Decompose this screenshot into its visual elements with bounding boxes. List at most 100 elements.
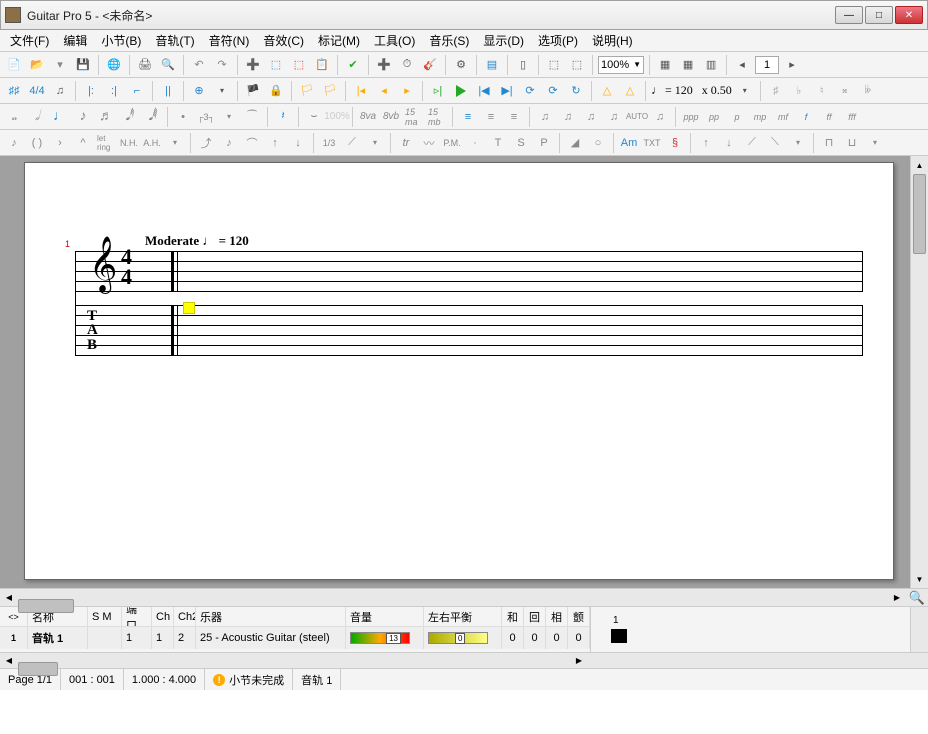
play-button[interactable] (451, 81, 471, 101)
voice-5-icon[interactable]: ♫ (650, 107, 670, 127)
minimize-button[interactable]: — (835, 6, 863, 24)
sixteenth-note-icon[interactable]: ♬ (96, 107, 116, 127)
track-tre[interactable]: 0 (568, 627, 590, 649)
track-props-icon[interactable]: ⬚ (266, 55, 286, 75)
next-page-icon[interactable]: ▸ (782, 55, 802, 75)
fade-in-icon[interactable]: ◢ (565, 133, 585, 153)
sharp-icon[interactable]: ♯ (766, 81, 786, 101)
sixtyfourth-note-icon[interactable]: 𝅘𝅥𝅱 (142, 107, 162, 127)
check-icon[interactable]: ✔ (343, 55, 363, 75)
eighth-note-icon[interactable]: ♪ (73, 107, 93, 127)
wah-icon[interactable]: ○ (588, 133, 608, 153)
dyn-ff[interactable]: ff (819, 107, 839, 127)
maximize-button[interactable]: □ (865, 6, 893, 24)
save-icon[interactable]: 💾 (73, 55, 93, 75)
dead-note-icon[interactable]: ( ) (27, 133, 47, 153)
tie-icon[interactable]: ⁀ (242, 107, 262, 127)
horizontal-scrollbar[interactable]: ◀ ▶ 🔍 (0, 588, 928, 606)
dropdown-icon[interactable]: ▾ (50, 55, 70, 75)
dyn-mf[interactable]: mf (773, 107, 793, 127)
whole-note-icon[interactable]: 𝅝 (4, 107, 24, 127)
view-mode-4-icon[interactable]: ⬚ (567, 55, 587, 75)
pickstroke-down-icon[interactable]: ⊔ (842, 133, 862, 153)
palm-mute[interactable]: P.M. (442, 133, 462, 153)
menu-tools[interactable]: 工具(O) (368, 30, 421, 51)
popping[interactable]: P (534, 133, 554, 153)
voice-2-icon[interactable]: ♫ (558, 107, 578, 127)
last-bar-icon[interactable]: ▶| (497, 81, 517, 101)
lock-icon[interactable]: 🔒 (266, 81, 286, 101)
menu-effects[interactable]: 音效(C) (257, 30, 310, 51)
marker-list-icon[interactable]: 🏳 (320, 81, 340, 101)
beam-1-icon[interactable]: ≡ (458, 107, 478, 127)
menu-marker[interactable]: 标记(M) (312, 30, 366, 51)
texture-icon[interactable]: ▦ (678, 55, 698, 75)
measure-strip[interactable]: 1 (591, 607, 928, 652)
nat-harmonic[interactable]: N.H. (119, 133, 139, 153)
menu-view[interactable]: 显示(D) (477, 30, 530, 51)
tapping[interactable]: T (488, 133, 508, 153)
track-port[interactable]: 1 (122, 627, 152, 649)
zoom-select[interactable]: 100%▼ (598, 56, 644, 74)
heavy-accent-icon[interactable]: ^ (73, 133, 93, 153)
dotted-icon[interactable]: • (173, 107, 193, 127)
track-instrument[interactable]: 25 - Acoustic Guitar (steel) (196, 627, 346, 649)
dyn-fff[interactable]: fff (842, 107, 862, 127)
score-paper[interactable]: Moderate ♩ = 120 1 𝄞 44 (24, 162, 894, 580)
downstroke-icon[interactable]: ↓ (288, 133, 308, 153)
track-ch[interactable]: 1 (152, 627, 174, 649)
prev-page-icon[interactable]: ◂ (732, 55, 752, 75)
track-pan[interactable]: 0 (424, 627, 502, 649)
beam-2-icon[interactable]: ≡ (481, 107, 501, 127)
fretboard-icon[interactable]: ▦ (655, 55, 675, 75)
view-mode-2-icon[interactable]: ▯ (513, 55, 533, 75)
find-icon[interactable]: 🔍 (908, 589, 926, 607)
voice-3-icon[interactable]: ♫ (581, 107, 601, 127)
add-bar-icon[interactable]: ➕ (374, 55, 394, 75)
bend-icon[interactable]: ⤴ (196, 133, 216, 153)
art-harmonic[interactable]: A.H. (142, 133, 162, 153)
print-icon[interactable]: 🖨 (135, 55, 155, 75)
next-marker-icon[interactable]: ▸ (397, 81, 417, 101)
coda-icon[interactable]: ⊕ (189, 81, 209, 101)
tempo-display[interactable]: ♩= 120 (651, 83, 693, 98)
staccato-icon[interactable]: · (465, 133, 485, 153)
vibrato-icon[interactable]: 〰 (419, 133, 439, 153)
rasg-icon[interactable]: ⟍ (765, 133, 785, 153)
menu-sound[interactable]: 音乐(S) (423, 30, 475, 51)
print-preview-icon[interactable]: 🔍 (158, 55, 178, 75)
track-ch2[interactable]: 2 (174, 627, 196, 649)
menu-note[interactable]: 音符(N) (203, 30, 256, 51)
trill-icon[interactable]: tr (396, 133, 416, 153)
brush-dropdown[interactable]: ▾ (365, 133, 385, 153)
pickstroke-up-icon[interactable]: ⊓ (819, 133, 839, 153)
rest-icon[interactable]: 𝄽 (273, 107, 293, 127)
quarter-note-icon[interactable]: ♩ (50, 107, 70, 127)
flat-icon[interactable]: ♭ (789, 81, 809, 101)
repeat-open-icon[interactable]: |: (81, 81, 101, 101)
key-sig-sharp-icon[interactable]: ♯♯ (4, 81, 24, 101)
menu-track[interactable]: 音轨(T) (149, 30, 200, 51)
grace-icon[interactable]: ♪ (219, 133, 239, 153)
track-row[interactable]: 1 音轨 1 1 1 2 25 - Acoustic Guitar (steel… (0, 627, 590, 649)
menu-help[interactable]: 说明(H) (586, 30, 639, 51)
loop-icon[interactable]: ⟳ (520, 81, 540, 101)
track-rev[interactable]: 0 (524, 627, 546, 649)
ottava-8va[interactable]: 8va (358, 107, 378, 127)
view-mode-1-icon[interactable]: ▤ (482, 55, 502, 75)
chord-icon[interactable]: Am (619, 133, 639, 153)
browse-icon[interactable]: 🌐 (104, 55, 124, 75)
section-icon[interactable]: § (665, 133, 685, 153)
step-icon[interactable]: ⟳ (543, 81, 563, 101)
guitar-icon[interactable]: 🎸 (420, 55, 440, 75)
play-from-start-icon[interactable]: ▹| (428, 81, 448, 101)
redo-icon[interactable]: ↷ (212, 55, 232, 75)
hammer-icon[interactable]: ⌒ (242, 133, 262, 153)
natural-icon[interactable]: ♮ (812, 81, 832, 101)
countdown-icon[interactable]: △ (620, 81, 640, 101)
track-name[interactable]: 音轨 1 (28, 627, 88, 649)
menu-options[interactable]: 选项(P) (532, 30, 584, 51)
menu-edit[interactable]: 编辑 (57, 30, 93, 51)
new-icon[interactable]: 📄 (4, 55, 24, 75)
harmonic-dropdown[interactable]: ▾ (165, 133, 185, 153)
